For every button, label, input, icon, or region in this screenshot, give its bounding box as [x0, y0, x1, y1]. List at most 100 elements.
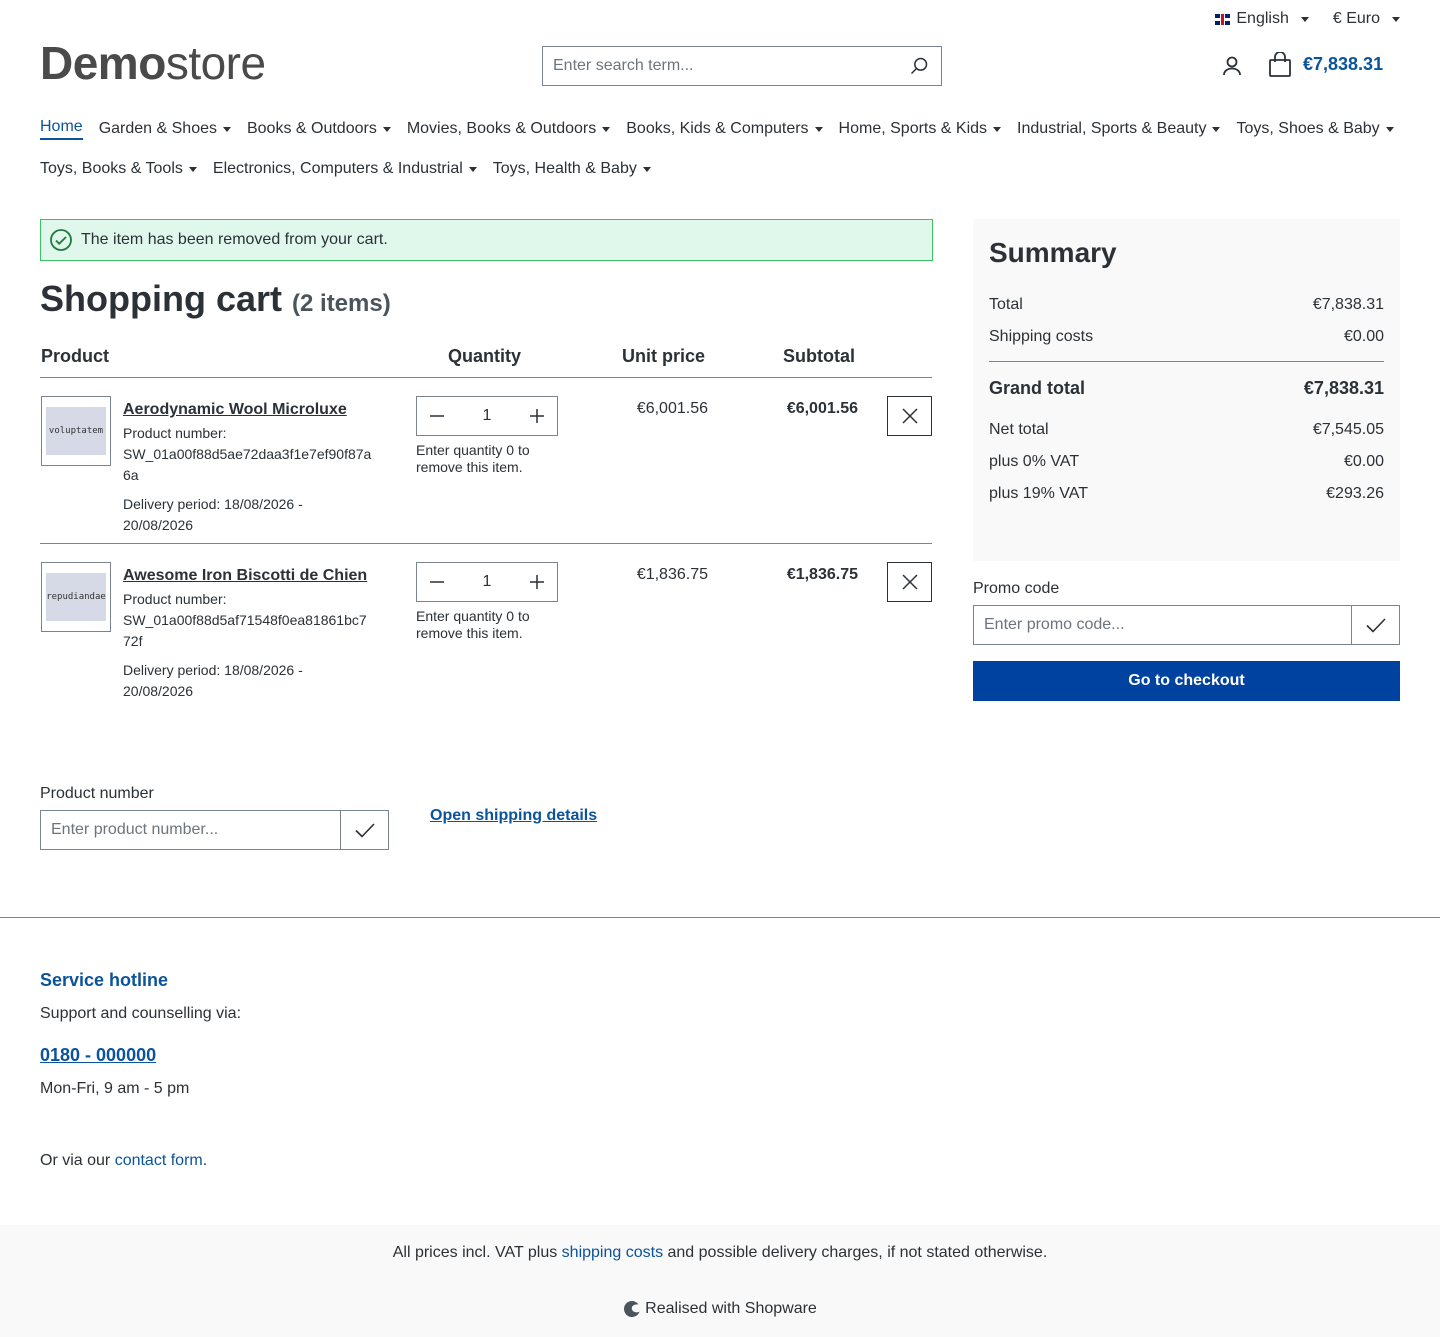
summary-grand-total-row: Grand total €7,838.31 — [989, 372, 1384, 404]
nav-item-label: Toys, Shoes & Baby — [1236, 120, 1380, 137]
nav-item-label: Books & Outdoors — [246, 120, 377, 137]
table-row: voluptatem Aerodynamic Wool Microluxe Pr… — [40, 378, 932, 544]
shopware-logo-icon — [624, 1301, 640, 1317]
account-icon[interactable] — [1220, 54, 1244, 78]
nav-item[interactable]: Toys, Shoes & Baby — [1236, 118, 1394, 140]
nav-item[interactable]: Home, Sports & Kids — [839, 118, 1002, 140]
grand-total-label: Grand total — [989, 377, 1086, 398]
shipping-costs-link[interactable]: shipping costs — [562, 1244, 663, 1261]
nav-item-label: Home, Sports & Kids — [838, 120, 988, 137]
search-button[interactable] — [897, 47, 941, 85]
top-bar: English € Euro — [1215, 10, 1400, 28]
chevron-down-icon — [602, 126, 611, 132]
shipping-value: €0.00 — [1343, 328, 1384, 345]
quantity-value[interactable]: 1 — [483, 573, 492, 591]
cart-total[interactable]: €7,838.31 — [1303, 54, 1383, 75]
add-product-button[interactable] — [341, 810, 389, 850]
chevron-down-icon — [382, 126, 391, 132]
chevron-down-icon — [1300, 16, 1309, 22]
total-value: €7,838.31 — [1312, 296, 1384, 313]
chevron-down-icon — [468, 166, 477, 172]
promo-code-label: Promo code — [973, 580, 1060, 597]
open-shipping-details-link[interactable]: Open shipping details — [430, 807, 597, 825]
product-name-link[interactable]: Awesome Iron Biscotti de Chien — [123, 564, 373, 588]
chevron-down-icon — [222, 126, 231, 132]
checkout-button[interactable]: Go to checkout — [973, 661, 1400, 701]
remove-item-button[interactable] — [887, 396, 932, 436]
summary-shipping-row: Shipping costs €0.00 — [989, 321, 1384, 353]
nav-item[interactable]: Books, Kids & Computers — [626, 118, 823, 140]
nav-item[interactable]: Garden & Shoes — [99, 118, 231, 140]
realised-with[interactable]: Realised with Shopware — [0, 1300, 1440, 1318]
alert-message: The item has been removed from your cart… — [81, 231, 388, 248]
apply-promo-button[interactable] — [1352, 605, 1400, 645]
vat0-value: €0.00 — [1343, 453, 1384, 470]
logo-bold: Demo — [40, 37, 166, 89]
table-row: repudiandae Awesome Iron Biscotti de Chi… — [40, 544, 932, 724]
product-thumbnail[interactable]: voluptatem — [41, 396, 111, 466]
product-number-label: Product number: — [123, 591, 227, 607]
product-number-group — [40, 810, 389, 850]
remove-item-button[interactable] — [887, 562, 932, 602]
contact-form-link[interactable]: contact form — [115, 1152, 203, 1169]
logo[interactable]: Demostore — [40, 38, 266, 88]
unit-price: €6,001.56 — [636, 400, 708, 417]
search-input[interactable] — [543, 47, 897, 85]
hotline-title: Service hotline — [40, 970, 169, 990]
product-number-input[interactable] — [40, 810, 341, 850]
nav-item-label: Home — [40, 118, 83, 135]
quantity-hint: Enter quantity 0 to remove this item. — [416, 442, 530, 475]
main-navigation: Home Garden & Shoes Books & Outdoors Movies… — [40, 118, 1400, 180]
cart-icon[interactable] — [1267, 52, 1293, 78]
nav-item[interactable]: Industrial, Sports & Beauty — [1017, 118, 1221, 140]
minus-icon[interactable] — [429, 408, 445, 424]
minus-icon[interactable] — [429, 574, 445, 590]
product-number: SW_01a00f88d5af71548f0ea81861bc772f — [123, 612, 367, 649]
cart-table-header: Product Quantity Unit price Subtotal — [40, 340, 932, 378]
nav-item[interactable]: Toys, Health & Baby — [493, 158, 651, 180]
footer-bottom: All prices incl. VAT plus shipping costs… — [0, 1225, 1440, 1337]
nav-item[interactable]: Home — [40, 118, 83, 140]
cart-item-count: (2 items) — [292, 290, 391, 317]
product-thumbnail[interactable]: repudiandae — [41, 562, 111, 632]
check-circle-icon — [50, 229, 72, 251]
order-summary: Summary Total €7,838.31 Shipping costs €… — [973, 219, 1400, 561]
promo-code-input[interactable] — [973, 605, 1352, 645]
nav-item[interactable]: Books & Outdoors — [247, 118, 391, 140]
nav-item[interactable]: Electronics, Computers & Industrial — [213, 158, 477, 180]
hotline-phone-link[interactable]: 0180 - 000000 — [40, 1045, 156, 1066]
summary-net-row: Net total €7,545.05 — [989, 414, 1384, 446]
chevron-down-icon — [188, 166, 197, 172]
contact-suffix: . — [202, 1152, 208, 1169]
language-dropdown[interactable]: English — [1215, 10, 1309, 28]
chevron-down-icon — [1212, 126, 1221, 132]
nav-item-label: Electronics, Computers & Industrial — [212, 160, 463, 177]
delivery-period: Delivery period: 18/08/2026 - 20/08/2026 — [123, 662, 303, 699]
vat-prefix: All prices incl. VAT plus — [392, 1244, 562, 1261]
cart-title-text: Shopping cart — [40, 278, 282, 319]
currency-dropdown[interactable]: € Euro — [1333, 10, 1400, 28]
line-subtotal: €6,001.56 — [786, 400, 858, 417]
logo-light: store — [165, 37, 266, 89]
nav-item-label: Toys, Books & Tools — [40, 160, 183, 177]
product-name-link[interactable]: Aerodynamic Wool Microluxe — [123, 398, 373, 422]
realised-text: Realised with Shopware — [645, 1300, 817, 1317]
nav-item-label: Garden & Shoes — [98, 120, 217, 137]
product-number-field-label: Product number — [40, 785, 154, 802]
nav-item-label: Industrial, Sports & Beauty — [1017, 120, 1207, 137]
net-total-value: €7,545.05 — [1312, 421, 1384, 438]
summary-vat0-row: plus 0% VAT €0.00 — [989, 446, 1384, 478]
quantity-value[interactable]: 1 — [483, 407, 492, 425]
summary-vat19-row: plus 19% VAT €293.26 — [989, 478, 1384, 510]
hotline-subtitle: Support and counselling via: — [40, 1005, 242, 1022]
nav-item[interactable]: Toys, Books & Tools — [40, 158, 197, 180]
search-icon — [910, 57, 928, 75]
contact-text: Or via our contact form. — [40, 1152, 207, 1170]
plus-icon[interactable] — [529, 574, 545, 590]
checkmark-icon — [354, 823, 375, 838]
plus-icon[interactable] — [529, 408, 545, 424]
product-number-label: Product number: — [123, 425, 227, 441]
hotline-hours: Mon-Fri, 9 am - 5 pm — [40, 1080, 190, 1097]
chevron-down-icon — [1385, 126, 1394, 132]
nav-item[interactable]: Movies, Books & Outdoors — [407, 118, 611, 140]
